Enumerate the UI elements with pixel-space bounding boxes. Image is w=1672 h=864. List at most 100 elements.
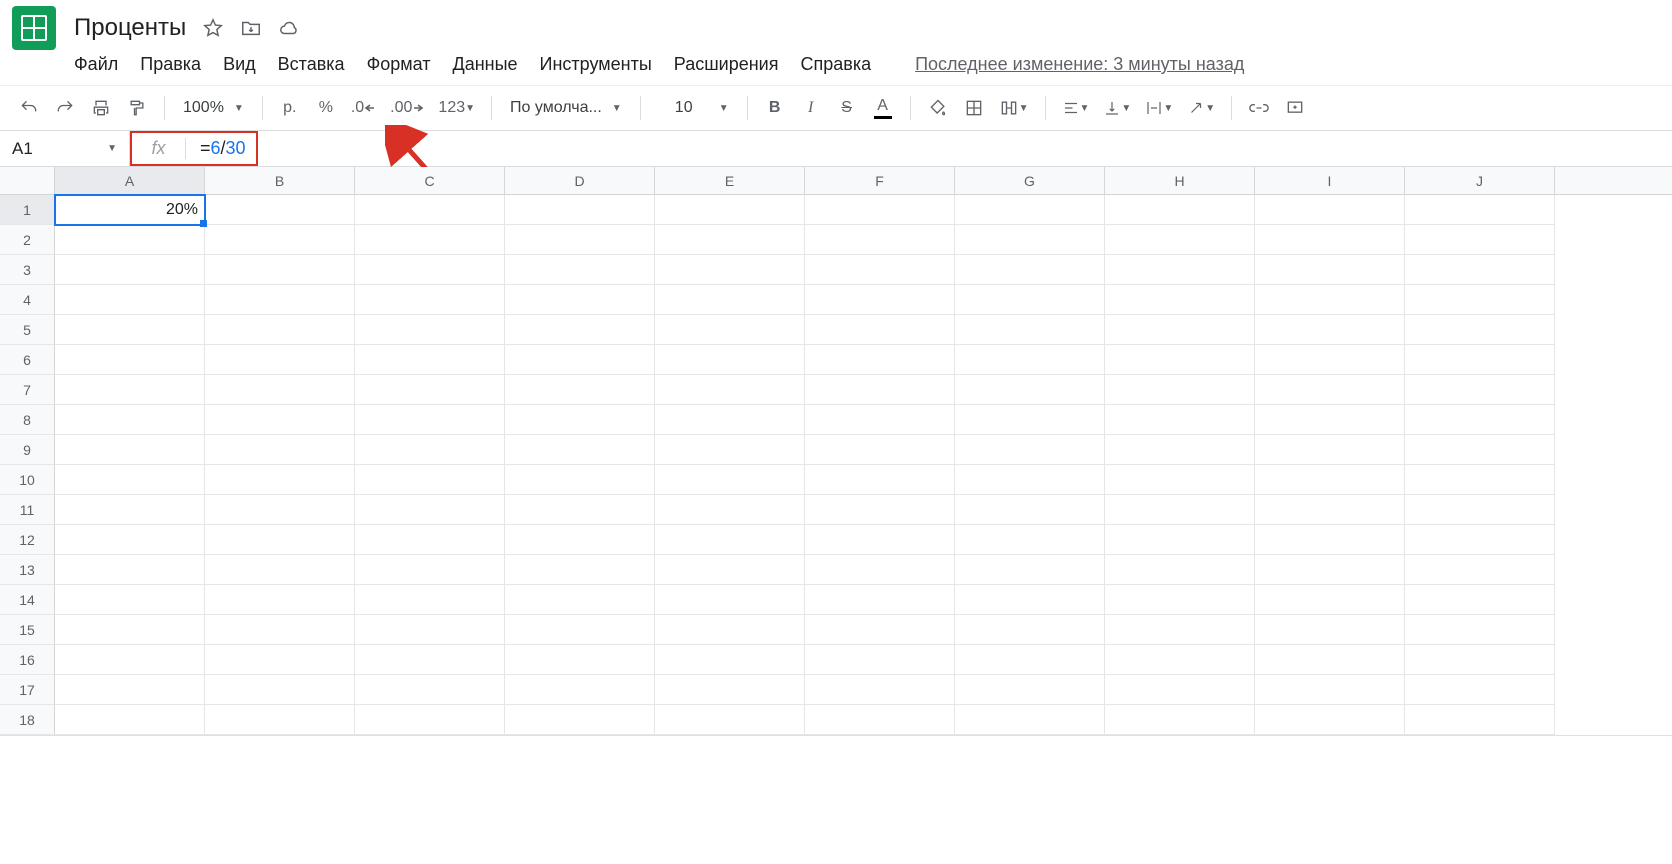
cell-D3[interactable] [505, 255, 655, 285]
cell-B13[interactable] [205, 555, 355, 585]
cell-F5[interactable] [805, 315, 955, 345]
move-to-folder-icon[interactable] [240, 17, 262, 39]
cell-G8[interactable] [955, 405, 1105, 435]
cell-J7[interactable] [1405, 375, 1555, 405]
cell-E10[interactable] [655, 465, 805, 495]
cell-C10[interactable] [355, 465, 505, 495]
cell-A5[interactable] [55, 315, 205, 345]
cell-F13[interactable] [805, 555, 955, 585]
cell-C1[interactable] [355, 195, 505, 225]
zoom-select[interactable]: 100% ▼ [177, 99, 250, 117]
column-header-D[interactable]: D [505, 167, 655, 194]
cell-A17[interactable] [55, 675, 205, 705]
cell-D15[interactable] [505, 615, 655, 645]
cell-C17[interactable] [355, 675, 505, 705]
cell-I9[interactable] [1255, 435, 1405, 465]
cell-A9[interactable] [55, 435, 205, 465]
cell-G5[interactable] [955, 315, 1105, 345]
cell-H17[interactable] [1105, 675, 1255, 705]
column-header-B[interactable]: B [205, 167, 355, 194]
row-header-7[interactable]: 7 [0, 375, 55, 405]
cell-A7[interactable] [55, 375, 205, 405]
cell-A6[interactable] [55, 345, 205, 375]
more-formats-button[interactable]: 123 ▼ [434, 93, 479, 123]
cell-C5[interactable] [355, 315, 505, 345]
cell-G17[interactable] [955, 675, 1105, 705]
cell-C12[interactable] [355, 525, 505, 555]
cell-B17[interactable] [205, 675, 355, 705]
cell-B3[interactable] [205, 255, 355, 285]
cell-B8[interactable] [205, 405, 355, 435]
cell-A11[interactable] [55, 495, 205, 525]
cell-F15[interactable] [805, 615, 955, 645]
cell-D10[interactable] [505, 465, 655, 495]
cell-J18[interactable] [1405, 705, 1555, 735]
cell-H2[interactable] [1105, 225, 1255, 255]
menu-data[interactable]: Данные [453, 54, 518, 75]
cell-E2[interactable] [655, 225, 805, 255]
name-box[interactable]: A1 ▼ [0, 131, 130, 166]
cell-I8[interactable] [1255, 405, 1405, 435]
cell-H16[interactable] [1105, 645, 1255, 675]
cell-E1[interactable] [655, 195, 805, 225]
row-header-2[interactable]: 2 [0, 225, 55, 255]
cell-C9[interactable] [355, 435, 505, 465]
cell-C11[interactable] [355, 495, 505, 525]
column-header-H[interactable]: H [1105, 167, 1255, 194]
paint-format-button[interactable] [122, 93, 152, 123]
cell-A18[interactable] [55, 705, 205, 735]
cell-I3[interactable] [1255, 255, 1405, 285]
cell-D11[interactable] [505, 495, 655, 525]
strikethrough-button[interactable]: S [832, 93, 862, 123]
sheets-logo[interactable] [12, 6, 56, 50]
cell-D16[interactable] [505, 645, 655, 675]
cell-G15[interactable] [955, 615, 1105, 645]
cell-C8[interactable] [355, 405, 505, 435]
cell-B12[interactable] [205, 525, 355, 555]
last-edit-link[interactable]: Последнее изменение: 3 минуты назад [915, 54, 1244, 75]
cell-A13[interactable] [55, 555, 205, 585]
cell-E18[interactable] [655, 705, 805, 735]
cell-B6[interactable] [205, 345, 355, 375]
menu-help[interactable]: Справка [800, 54, 871, 75]
cell-C3[interactable] [355, 255, 505, 285]
cell-G1[interactable] [955, 195, 1105, 225]
cell-F7[interactable] [805, 375, 955, 405]
star-icon[interactable] [202, 17, 224, 39]
cell-A4[interactable] [55, 285, 205, 315]
cell-F18[interactable] [805, 705, 955, 735]
cell-F3[interactable] [805, 255, 955, 285]
cell-H8[interactable] [1105, 405, 1255, 435]
cell-C16[interactable] [355, 645, 505, 675]
insert-comment-button[interactable] [1280, 93, 1310, 123]
italic-button[interactable]: I [796, 93, 826, 123]
cell-D14[interactable] [505, 585, 655, 615]
cell-F6[interactable] [805, 345, 955, 375]
cell-G14[interactable] [955, 585, 1105, 615]
cell-F8[interactable] [805, 405, 955, 435]
cell-F2[interactable] [805, 225, 955, 255]
row-header-18[interactable]: 18 [0, 705, 55, 735]
fill-color-button[interactable] [923, 93, 953, 123]
cell-A14[interactable] [55, 585, 205, 615]
cell-I2[interactable] [1255, 225, 1405, 255]
cell-H9[interactable] [1105, 435, 1255, 465]
cell-G12[interactable] [955, 525, 1105, 555]
cell-I15[interactable] [1255, 615, 1405, 645]
cell-E15[interactable] [655, 615, 805, 645]
column-header-G[interactable]: G [955, 167, 1105, 194]
cell-E7[interactable] [655, 375, 805, 405]
cell-E4[interactable] [655, 285, 805, 315]
cell-I11[interactable] [1255, 495, 1405, 525]
cell-E14[interactable] [655, 585, 805, 615]
vertical-align-button[interactable]: ▼ [1099, 93, 1135, 123]
cell-B11[interactable] [205, 495, 355, 525]
cell-J5[interactable] [1405, 315, 1555, 345]
cell-C14[interactable] [355, 585, 505, 615]
cell-H13[interactable] [1105, 555, 1255, 585]
column-header-I[interactable]: I [1255, 167, 1405, 194]
format-currency-button[interactable]: р. [275, 93, 305, 123]
cell-C6[interactable] [355, 345, 505, 375]
row-header-3[interactable]: 3 [0, 255, 55, 285]
row-header-14[interactable]: 14 [0, 585, 55, 615]
